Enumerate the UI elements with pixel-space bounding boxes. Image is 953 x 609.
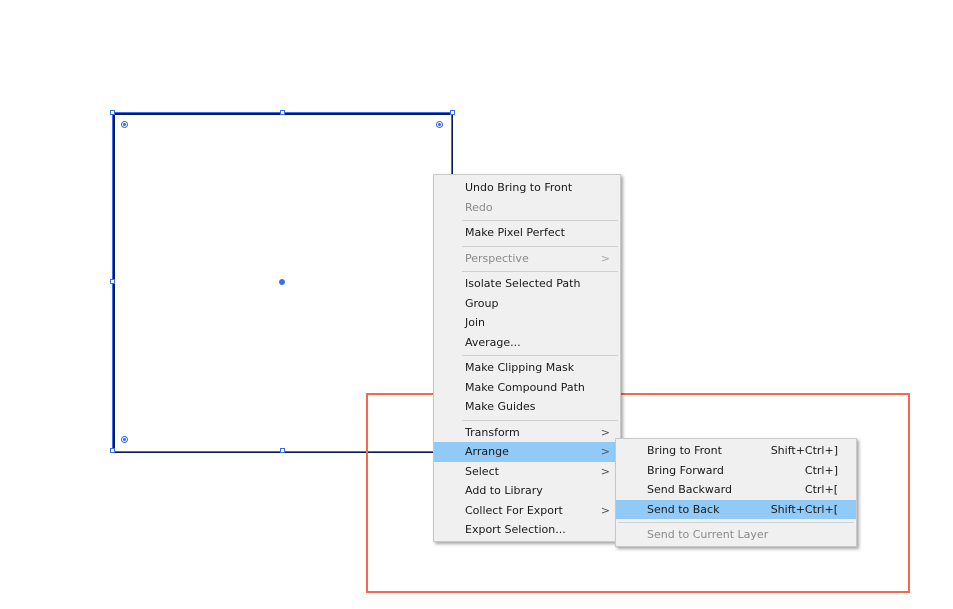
- menu-item-label: Make Guides: [465, 400, 536, 413]
- submenu-item-bring-to-front[interactable]: Bring to Front Shift+Ctrl+]: [616, 441, 856, 461]
- handle-middle-left[interactable]: [110, 279, 115, 284]
- arrange-submenu: Bring to Front Shift+Ctrl+] Bring Forward…: [615, 438, 857, 547]
- menu-item-label: Transform: [465, 425, 520, 439]
- menu-item-label: Average...: [465, 335, 521, 349]
- menu-item-make-guides[interactable]: Make Guides: [434, 397, 620, 417]
- menu-item-label: Collect For Export: [465, 503, 563, 517]
- submenu-item-send-to-back[interactable]: Send to Back Shift+Ctrl+[: [616, 499, 856, 519]
- menu-item-label: Make Clipping Mask: [465, 361, 575, 374]
- submenu-item-send-backward[interactable]: Send Backward Ctrl+[: [616, 480, 856, 500]
- menu-item-label: Bring Forward: [647, 463, 724, 477]
- menu-separator: [462, 355, 618, 356]
- menu-item-make-compound-path[interactable]: Make Compound Path: [434, 378, 620, 398]
- menu-separator: [618, 522, 854, 523]
- corner-widget-bottom-left[interactable]: [121, 436, 128, 443]
- menu-item-average[interactable]: Average...: [434, 333, 620, 353]
- chevron-right-icon: >: [600, 425, 610, 439]
- menu-separator: [462, 245, 618, 247]
- menu-item-label: Select: [465, 464, 499, 478]
- menu-item-undo[interactable]: Undo Bring to Front: [434, 178, 620, 198]
- menu-item-group[interactable]: Group: [434, 294, 620, 314]
- menu-item-label: Redo: [465, 200, 493, 214]
- menu-item-shortcut: Shift+Ctrl+[: [770, 502, 838, 516]
- menu-item-label: Group: [465, 296, 499, 310]
- menu-item-export-selection[interactable]: Export Selection...: [434, 520, 620, 540]
- menu-item-add-to-library[interactable]: Add to Library: [434, 481, 620, 501]
- menu-separator: [462, 419, 618, 421]
- menu-item-label: Make Pixel Perfect: [465, 226, 565, 239]
- menu-item-label: Isolate Selected Path: [465, 277, 581, 290]
- submenu-item-send-to-current-layer[interactable]: Send to Current Layer: [616, 525, 856, 545]
- menu-item-collect-for-export[interactable]: Collect For Export >: [434, 501, 620, 521]
- menu-item-label: Make Compound Path: [465, 380, 585, 394]
- menu-item-label: Perspective: [465, 251, 529, 265]
- menu-separator: [462, 220, 618, 221]
- menu-item-arrange[interactable]: Arrange >: [434, 442, 620, 462]
- menu-item-label: Arrange: [465, 445, 509, 458]
- menu-item-label: Send Backward: [647, 483, 732, 496]
- handle-top-right[interactable]: [450, 110, 455, 115]
- menu-item-label: Send to Current Layer: [647, 528, 769, 541]
- menu-item-redo[interactable]: Redo: [434, 198, 620, 218]
- handle-bottom-center[interactable]: [280, 448, 285, 453]
- menu-item-shortcut: Shift+Ctrl+]: [770, 444, 838, 457]
- chevron-right-icon: >: [600, 445, 610, 458]
- corner-widget-top-right[interactable]: [436, 121, 443, 128]
- chevron-right-icon: >: [600, 464, 610, 478]
- menu-item-label: Export Selection...: [465, 523, 566, 536]
- corner-widget-top-left[interactable]: [121, 121, 128, 128]
- menu-item-isolate-selected-path[interactable]: Isolate Selected Path: [434, 274, 620, 294]
- menu-item-label: Undo Bring to Front: [465, 181, 573, 194]
- chevron-right-icon: >: [600, 503, 610, 517]
- menu-item-make-clipping-mask[interactable]: Make Clipping Mask: [434, 358, 620, 378]
- handle-bottom-left[interactable]: [110, 448, 115, 453]
- handle-top-center[interactable]: [280, 110, 285, 115]
- menu-item-label: Send to Back: [647, 502, 720, 516]
- menu-separator: [462, 271, 618, 272]
- menu-item-perspective[interactable]: Perspective >: [434, 249, 620, 269]
- menu-item-transform[interactable]: Transform >: [434, 423, 620, 443]
- menu-item-shortcut: Ctrl+]: [804, 463, 838, 477]
- submenu-item-bring-forward[interactable]: Bring Forward Ctrl+]: [616, 461, 856, 481]
- menu-item-shortcut: Ctrl+[: [804, 483, 838, 496]
- handle-top-left[interactable]: [110, 110, 115, 115]
- menu-item-label: Add to Library: [465, 484, 543, 497]
- menu-item-label: Bring to Front: [647, 444, 722, 457]
- menu-item-label: Join: [465, 316, 486, 329]
- menu-item-select[interactable]: Select >: [434, 462, 620, 482]
- center-point: [279, 279, 285, 285]
- menu-item-join[interactable]: Join: [434, 313, 620, 333]
- context-menu: Undo Bring to Front Redo Make Pixel Perf…: [433, 174, 621, 542]
- chevron-right-icon: >: [600, 251, 610, 265]
- menu-item-make-pixel-perfect[interactable]: Make Pixel Perfect: [434, 223, 620, 243]
